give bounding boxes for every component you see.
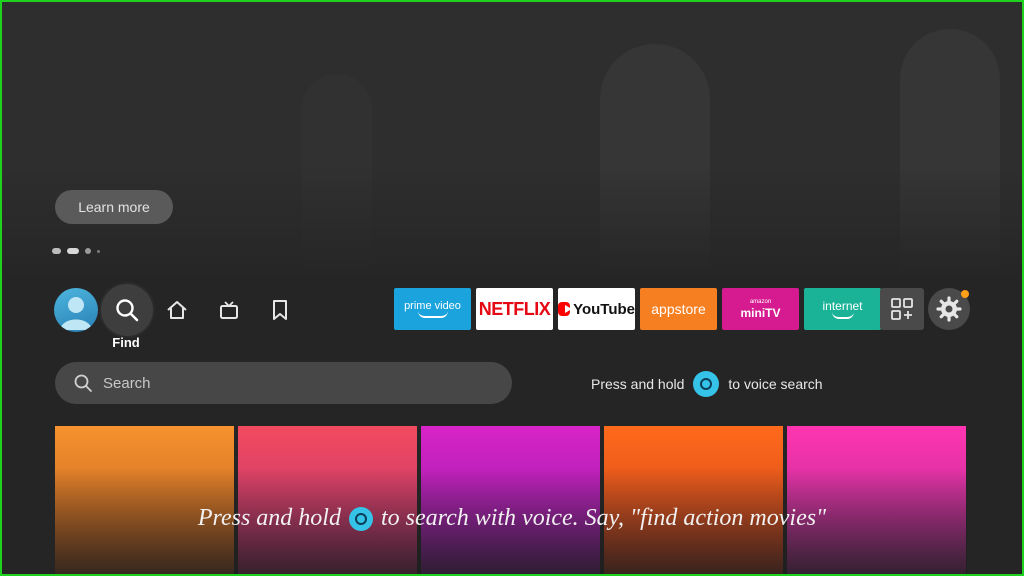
search-input[interactable]: Search bbox=[55, 362, 512, 404]
live-tv-icon bbox=[220, 301, 238, 319]
gear-icon bbox=[936, 296, 962, 322]
alexa-icon bbox=[348, 506, 373, 531]
app-youtube[interactable]: YouTube bbox=[558, 288, 635, 330]
app-row: prime video NETFLIX YouTube appstore ama… bbox=[394, 288, 881, 330]
app-appstore-label: appstore bbox=[651, 301, 706, 317]
carousel-dot[interactable] bbox=[85, 248, 91, 254]
prime-smile-icon bbox=[417, 311, 448, 318]
alexa-icon bbox=[693, 371, 720, 397]
voice-hint-prefix: Press and hold bbox=[591, 376, 685, 392]
app-netflix[interactable]: NETFLIX bbox=[476, 288, 553, 330]
search-icon bbox=[116, 299, 139, 322]
app-prime-video[interactable]: prime video bbox=[394, 288, 471, 330]
voice-caption: Press and hold to search with voice. Say… bbox=[0, 505, 1024, 532]
profile-avatar[interactable] bbox=[54, 288, 98, 332]
youtube-play-icon bbox=[558, 302, 573, 316]
carousel-indicator bbox=[52, 248, 100, 254]
watchlist-button[interactable] bbox=[267, 297, 293, 323]
all-apps-button[interactable] bbox=[880, 288, 924, 330]
bookmark-icon bbox=[273, 300, 287, 320]
live-tv-button[interactable] bbox=[216, 297, 242, 323]
caption-prefix: Press and hold bbox=[197, 505, 341, 531]
voice-search-hint: Press and hold to voice search bbox=[591, 371, 823, 397]
caption-suffix: to search with voice. Say, "find action … bbox=[380, 505, 827, 531]
find-button[interactable] bbox=[101, 284, 153, 336]
search-icon bbox=[74, 374, 92, 392]
apps-grid-icon bbox=[891, 298, 913, 320]
app-minitv-brand: amazon bbox=[749, 298, 772, 305]
app-minitv[interactable]: amazon miniTV bbox=[722, 288, 799, 330]
app-youtube-label: YouTube bbox=[573, 300, 635, 318]
app-netflix-label: NETFLIX bbox=[478, 298, 551, 319]
app-minitv-label: miniTV bbox=[740, 305, 781, 320]
app-appstore[interactable]: appstore bbox=[640, 288, 717, 330]
profile-icon bbox=[60, 297, 92, 330]
home-icon bbox=[167, 301, 187, 319]
home-button[interactable] bbox=[164, 297, 190, 323]
carousel-dot[interactable] bbox=[97, 249, 100, 253]
voice-hint-suffix: to voice search bbox=[728, 376, 823, 392]
app-internet[interactable]: internet bbox=[804, 288, 881, 330]
notification-dot bbox=[961, 290, 969, 298]
carousel-dot-active[interactable] bbox=[67, 248, 79, 254]
find-label: Find bbox=[112, 335, 140, 350]
learn-more-button[interactable]: Learn more bbox=[55, 190, 173, 224]
search-placeholder: Search bbox=[103, 374, 151, 392]
carousel-dot[interactable] bbox=[52, 248, 61, 254]
hero-banner[interactable] bbox=[2, 2, 1022, 274]
internet-smile-icon bbox=[831, 312, 854, 319]
app-internet-label: internet bbox=[822, 299, 863, 313]
